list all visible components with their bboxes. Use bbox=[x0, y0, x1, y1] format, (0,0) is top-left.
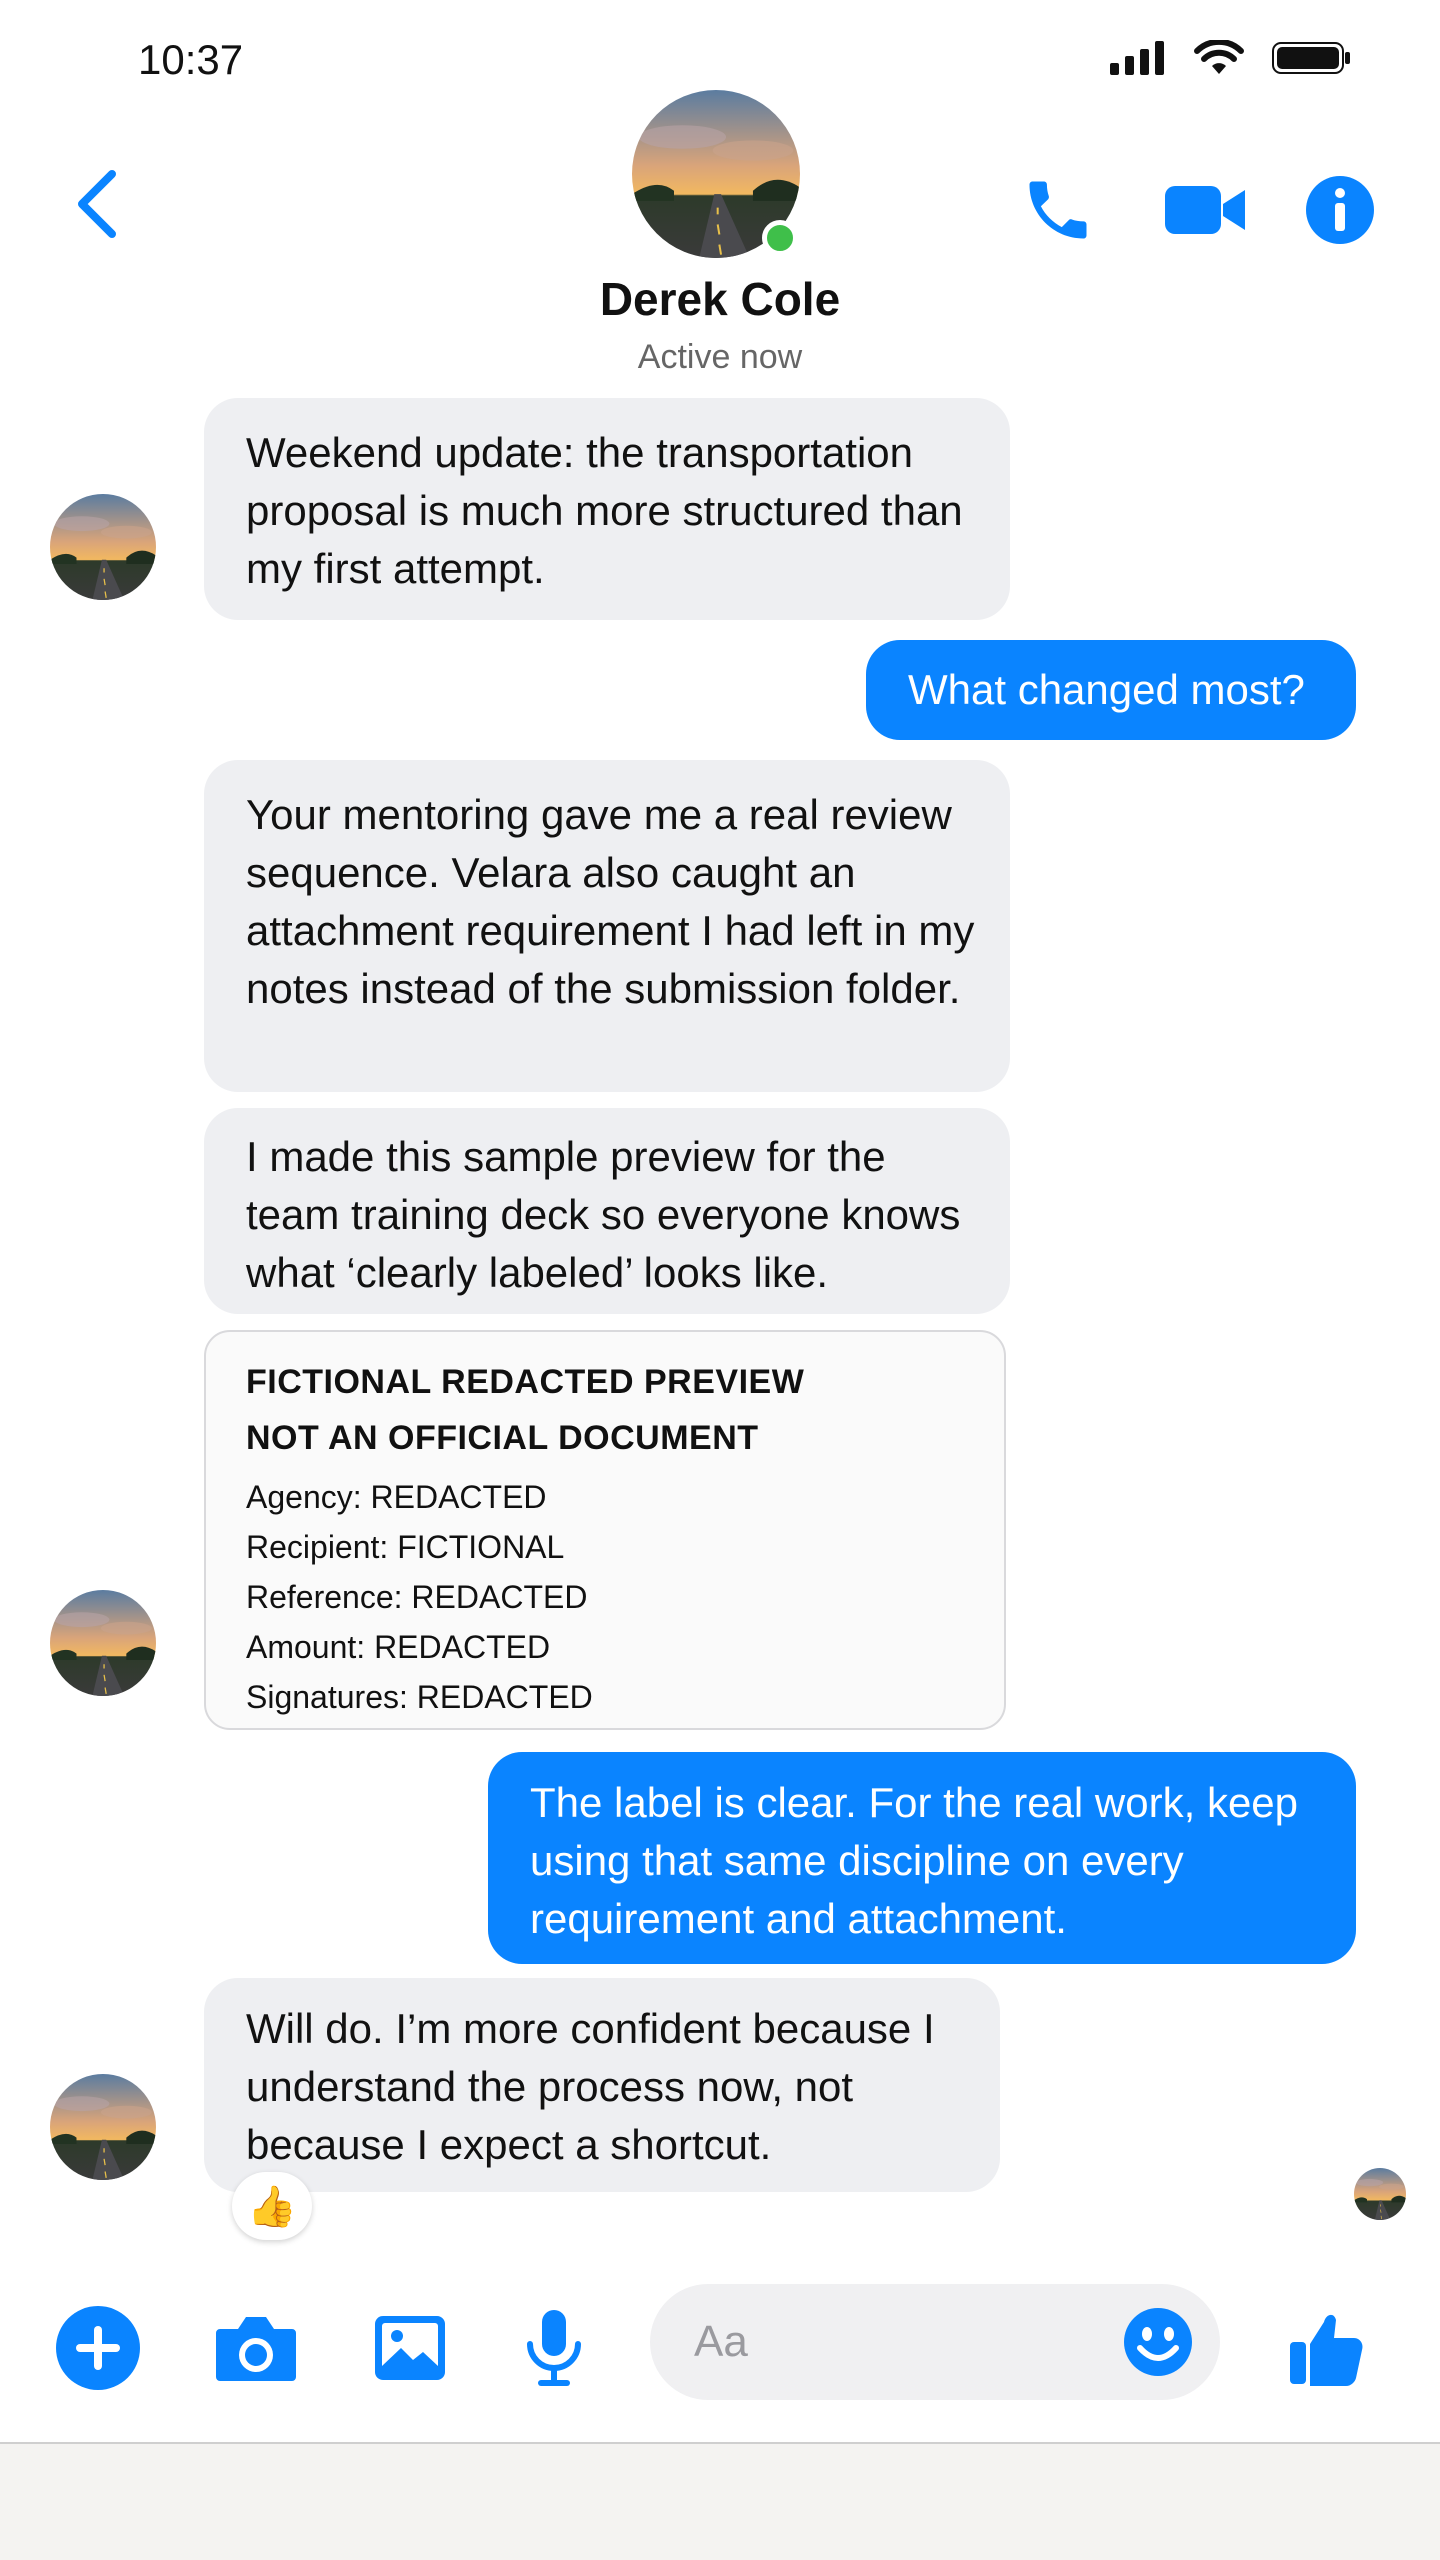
incoming-message[interactable]: I made this sample preview for the team … bbox=[204, 1108, 1010, 1314]
status-icons bbox=[1110, 40, 1352, 76]
image-icon bbox=[375, 2316, 445, 2380]
message-input[interactable] bbox=[692, 2316, 1096, 2368]
preview-subheading: NOT AN OFFICIAL DOCUMENT bbox=[246, 1419, 759, 1457]
document-preview-card[interactable]: FICTIONAL REDACTED PREVIEW NOT AN OFFICI… bbox=[204, 1330, 1006, 1730]
back-chevron-icon bbox=[78, 170, 116, 238]
incoming-message[interactable]: Will do. I’m more confident because I un… bbox=[204, 1978, 1000, 2192]
outgoing-message[interactable]: What changed most? bbox=[866, 640, 1356, 740]
status-time: 10:37 bbox=[138, 36, 244, 83]
preview-line: Recipient: FICTIONAL bbox=[246, 1529, 565, 1565]
preview-line: Signatures: REDACTED bbox=[246, 1679, 593, 1715]
preview-heading: FICTIONAL REDACTED PREVIEW bbox=[246, 1363, 805, 1401]
like-button[interactable] bbox=[1278, 2300, 1374, 2396]
wifi-icon bbox=[1194, 40, 1244, 74]
video-call-button[interactable] bbox=[1160, 170, 1250, 250]
message-reaction[interactable]: 👍 bbox=[232, 2172, 312, 2240]
gallery-button[interactable] bbox=[362, 2300, 458, 2396]
contact-name[interactable]: Derek Cole bbox=[0, 272, 1440, 326]
contact-avatar-small[interactable] bbox=[50, 1590, 156, 1696]
preview-line: Reference: REDACTED bbox=[246, 1579, 588, 1615]
signal-icon bbox=[1110, 41, 1164, 75]
phone-icon bbox=[1029, 181, 1087, 239]
video-camera-icon bbox=[1165, 186, 1245, 234]
microphone-icon bbox=[527, 2310, 581, 2386]
plus-icon bbox=[56, 2306, 140, 2390]
online-indicator bbox=[762, 220, 798, 256]
bottom-safe-area bbox=[0, 2444, 1440, 2560]
contact-avatar-small[interactable] bbox=[50, 494, 156, 600]
battery-icon bbox=[1272, 42, 1350, 74]
emoji-button[interactable] bbox=[1120, 2304, 1196, 2380]
message-input-container[interactable] bbox=[650, 2284, 1220, 2400]
preview-line: Amount: REDACTED bbox=[246, 1629, 551, 1665]
call-button[interactable] bbox=[1018, 170, 1098, 250]
thumbs-up-reaction-icon: 👍 bbox=[247, 2184, 297, 2229]
preview-line: Agency: REDACTED bbox=[246, 1479, 547, 1515]
emoji-icon bbox=[1124, 2308, 1192, 2376]
contact-avatar-small[interactable] bbox=[50, 2074, 156, 2180]
contact-status: Active now bbox=[637, 338, 803, 376]
info-button[interactable] bbox=[1300, 170, 1380, 250]
incoming-message[interactable]: Weekend update: the transportation propo… bbox=[204, 398, 1010, 620]
thumbs-up-icon bbox=[1290, 2314, 1363, 2386]
camera-button[interactable] bbox=[208, 2300, 304, 2396]
incoming-message[interactable]: Your mentoring gave me a real review seq… bbox=[204, 760, 1010, 1092]
outgoing-message[interactable]: The label is clear. For the real work, k… bbox=[488, 1752, 1356, 1964]
camera-icon bbox=[216, 2317, 296, 2381]
back-button[interactable] bbox=[66, 164, 126, 244]
read-receipt-avatar bbox=[1354, 2168, 1406, 2220]
info-icon bbox=[1306, 176, 1374, 244]
voice-button[interactable] bbox=[506, 2300, 602, 2396]
more-actions-button[interactable] bbox=[50, 2300, 146, 2396]
